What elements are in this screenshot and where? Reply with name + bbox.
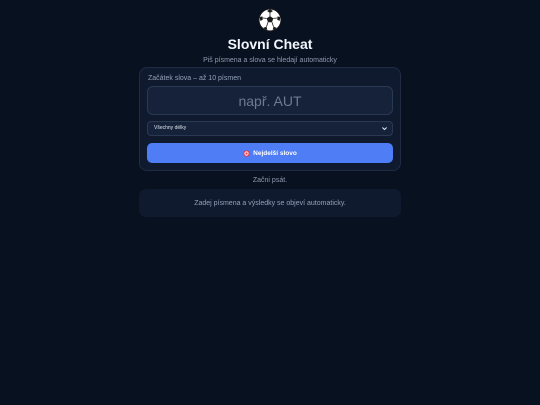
target-icon (243, 149, 250, 157)
chevron-down-icon (382, 127, 387, 131)
results-panel: Zadej písmena a výsledky se objeví autom… (139, 189, 401, 217)
header: Slovní Cheat Piš písmena a slova se hled… (0, 8, 540, 65)
longest-word-button-label: Nejdelší slovo (253, 149, 297, 157)
status-text: Začni psát. (252, 177, 288, 184)
page-subtitle: Piš písmena a slova se hledají automatic… (203, 57, 337, 64)
page-title: Slovní Cheat (227, 36, 313, 52)
longest-word-button[interactable]: Nejdelší slovo (147, 143, 393, 163)
word-start-label: Začátek slova – až 10 písmen (148, 75, 241, 82)
page: Slovní Cheat Piš písmena a slova se hled… (0, 0, 540, 405)
soccer-ball-icon (258, 8, 282, 32)
search-card: Začátek slova – až 10 písmen Všechny dél… (139, 67, 401, 171)
word-start-input[interactable] (147, 86, 393, 115)
length-select-value: Všechny délky (154, 125, 187, 131)
length-select[interactable]: Všechny délky (147, 121, 393, 136)
results-message: Zadej písmena a výsledky se objeví autom… (194, 199, 346, 207)
